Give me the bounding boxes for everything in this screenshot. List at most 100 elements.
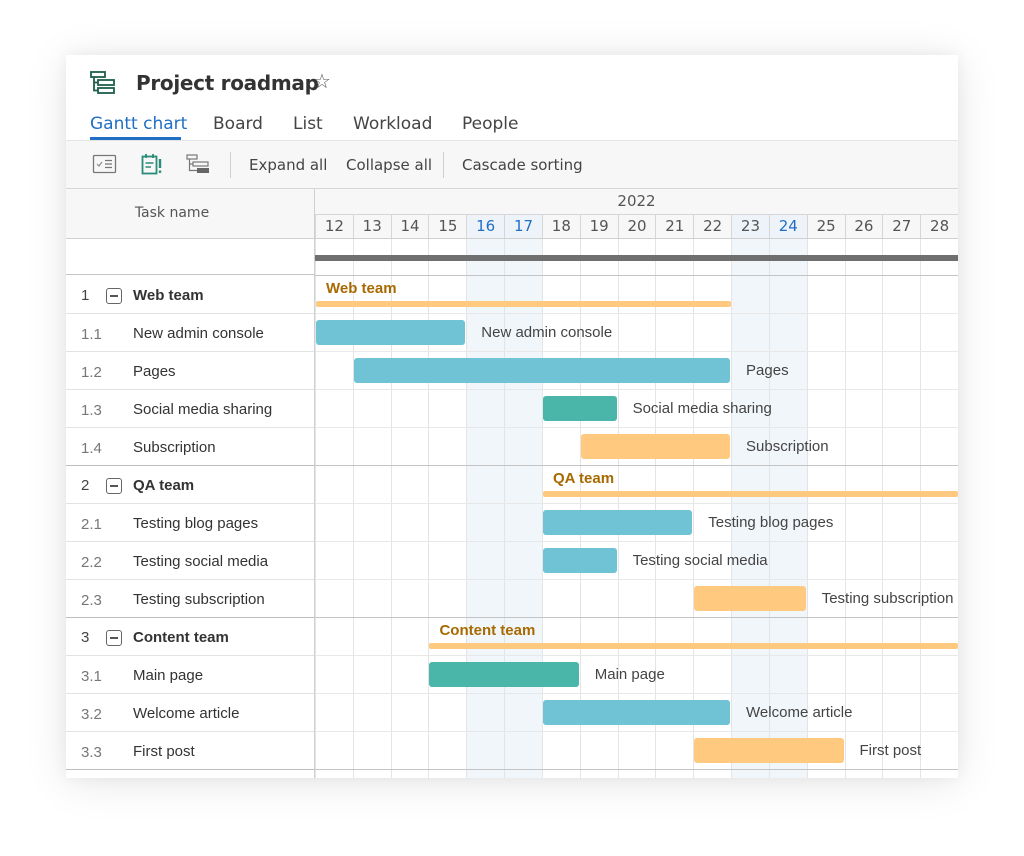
task-row[interactable]: 1.1 New admin console bbox=[66, 314, 314, 352]
group-row[interactable]: 2 QA team bbox=[66, 466, 314, 504]
row-divider bbox=[315, 465, 958, 466]
task-name-column-header[interactable]: Task name bbox=[66, 189, 315, 239]
day-gridline bbox=[315, 239, 316, 778]
day-gridline bbox=[693, 239, 695, 778]
day-gridline bbox=[768, 239, 770, 778]
row-divider bbox=[315, 541, 958, 542]
task-number: 3 bbox=[81, 629, 90, 646]
task-bar-label: Subscription bbox=[746, 438, 829, 455]
task-list-icon[interactable] bbox=[92, 153, 118, 175]
group-bar-label: Web team bbox=[326, 280, 397, 297]
task-name: New admin console bbox=[133, 325, 264, 342]
task-number: 2.2 bbox=[81, 554, 102, 571]
collapse-toggle-icon[interactable] bbox=[106, 630, 122, 646]
task-row[interactable]: 2.3 Testing subscription bbox=[66, 580, 314, 618]
task-name: Welcome article bbox=[133, 705, 240, 722]
day-label: 27 bbox=[882, 215, 920, 238]
expand-all-button[interactable]: Expand all bbox=[249, 156, 327, 174]
task-row[interactable]: 1.4 Subscription bbox=[66, 428, 314, 466]
task-name: Testing blog pages bbox=[133, 515, 259, 532]
task-bar-label: Testing subscription bbox=[821, 590, 954, 607]
task-row[interactable]: 3.2 Welcome article bbox=[66, 694, 314, 732]
task-bar[interactable] bbox=[542, 510, 693, 535]
task-bar[interactable] bbox=[542, 548, 617, 573]
tab-people[interactable]: People bbox=[462, 114, 518, 134]
day-label: 14 bbox=[390, 215, 429, 238]
row-divider bbox=[315, 351, 958, 352]
task-number: 3.3 bbox=[81, 744, 102, 761]
row-divider bbox=[315, 427, 958, 428]
row-divider bbox=[315, 655, 958, 656]
group-row[interactable]: 3 Content team bbox=[66, 618, 314, 656]
task-bar-label: Testing social media bbox=[632, 552, 768, 569]
day-gridline bbox=[844, 239, 846, 778]
day-label: 26 bbox=[844, 215, 883, 238]
toolbar: Expand all Collapse all Cascade sorting bbox=[66, 141, 958, 189]
task-name: Main page bbox=[133, 667, 204, 684]
day-label: 19 bbox=[579, 215, 618, 238]
project-summary-bar[interactable] bbox=[315, 255, 958, 261]
day-gridline bbox=[920, 239, 922, 778]
task-bar-label: Welcome article bbox=[746, 704, 853, 721]
gantt-timeline: Web team New admin console Pages Social med… bbox=[315, 239, 958, 778]
task-bar[interactable] bbox=[542, 396, 617, 421]
task-bar-label: Main page bbox=[594, 666, 665, 683]
task-bar-label: Pages bbox=[746, 362, 789, 379]
group-summary-bar[interactable] bbox=[542, 491, 958, 497]
task-number: 1.1 bbox=[81, 326, 102, 343]
task-number: 2 bbox=[81, 477, 90, 494]
star-icon[interactable]: ☆ bbox=[313, 69, 331, 94]
task-row[interactable]: 2.1 Testing blog pages bbox=[66, 504, 314, 542]
task-bar[interactable] bbox=[316, 320, 466, 345]
tab-workload[interactable]: Workload bbox=[353, 114, 432, 134]
cascade-sorting-button[interactable]: Cascade sorting bbox=[462, 156, 583, 174]
row-divider bbox=[315, 769, 958, 770]
calendar-alert-icon[interactable] bbox=[140, 153, 166, 175]
row-divider bbox=[315, 731, 958, 732]
day-gridline bbox=[882, 239, 884, 778]
group-row[interactable]: 1 Web team bbox=[66, 276, 314, 314]
task-bar[interactable] bbox=[353, 358, 731, 383]
group-summary-bar[interactable] bbox=[316, 301, 732, 307]
day-label: 18 bbox=[541, 215, 580, 238]
task-row[interactable]: 1.3 Social media sharing bbox=[66, 390, 314, 428]
year-header: 2022 bbox=[315, 189, 958, 215]
day-label: 28 bbox=[920, 215, 958, 238]
toolbar-divider bbox=[230, 152, 231, 178]
task-name: Web team bbox=[133, 287, 204, 304]
project-row bbox=[66, 239, 314, 275]
task-row[interactable]: 3.1 Main page bbox=[66, 656, 314, 694]
task-row[interactable]: 2.2 Testing social media bbox=[66, 542, 314, 580]
day-scale: 12 13 14 15 16 17 18 19 20 21 22 23 24 25 26 27 28 bbox=[315, 215, 958, 239]
task-bar-label: New admin console bbox=[481, 324, 613, 341]
task-grid: 1 Web team 1.1 New admin console 1.2 Pages 1.3… bbox=[66, 239, 315, 778]
page-title: Project roadmap bbox=[136, 71, 319, 95]
row-divider bbox=[315, 579, 958, 580]
task-bar[interactable] bbox=[429, 662, 579, 687]
collapse-all-button[interactable]: Collapse all bbox=[346, 156, 432, 174]
collapse-toggle-icon[interactable] bbox=[106, 288, 122, 304]
day-label: 21 bbox=[655, 215, 693, 238]
task-bar-label: Social media sharing bbox=[632, 400, 772, 417]
task-bar[interactable] bbox=[542, 700, 731, 725]
row-divider bbox=[315, 313, 958, 314]
group-summary-bar[interactable] bbox=[429, 643, 958, 649]
task-row[interactable]: 1.2 Pages bbox=[66, 352, 314, 390]
task-bar[interactable] bbox=[694, 738, 844, 763]
collapse-toggle-icon[interactable] bbox=[106, 478, 122, 494]
task-name: Testing social media bbox=[133, 553, 269, 570]
task-name: Content team bbox=[133, 629, 229, 646]
tab-board[interactable]: Board bbox=[213, 114, 263, 134]
task-bar[interactable] bbox=[694, 586, 806, 611]
tab-gantt-chart[interactable]: Gantt chart bbox=[90, 114, 187, 134]
row-divider bbox=[315, 389, 958, 390]
task-number: 1.3 bbox=[81, 402, 102, 419]
task-name: QA team bbox=[133, 477, 195, 494]
view-tabs: Gantt chart Board List Workload People bbox=[66, 107, 958, 141]
hierarchy-icon[interactable] bbox=[185, 153, 211, 175]
row-divider bbox=[315, 693, 958, 694]
tab-list[interactable]: List bbox=[293, 114, 323, 134]
task-row[interactable]: 3.3 First post bbox=[66, 732, 314, 770]
group-bar-label: Content team bbox=[439, 622, 536, 639]
task-bar[interactable] bbox=[580, 434, 731, 459]
